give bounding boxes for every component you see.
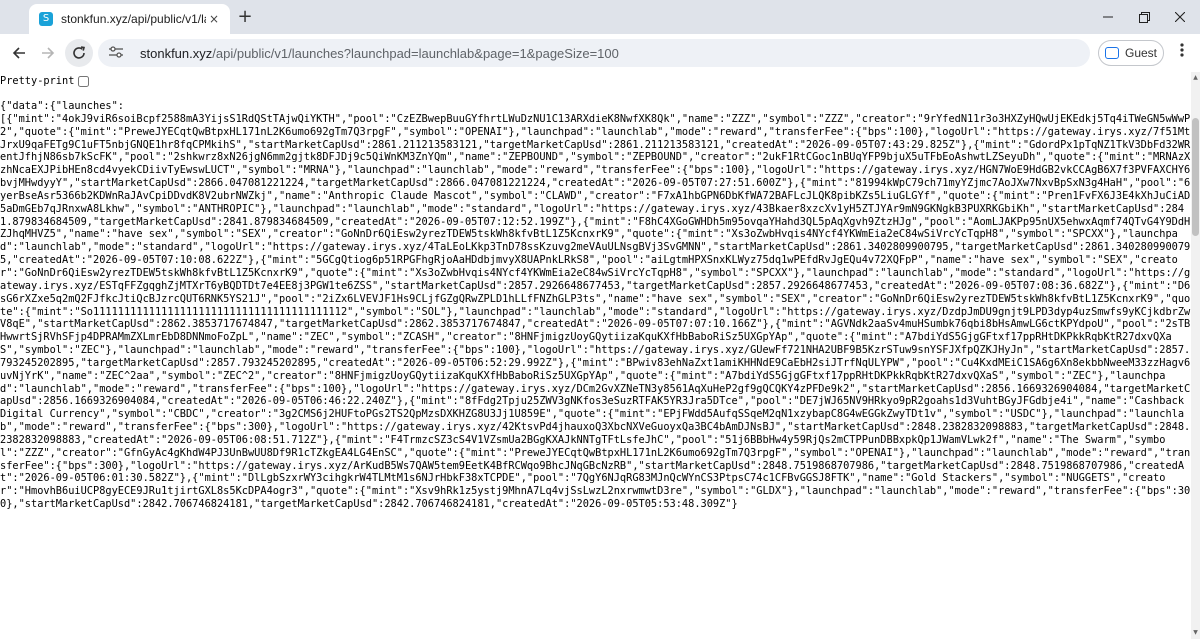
back-button[interactable] bbox=[5, 39, 33, 67]
scrollbar-thumb[interactable] bbox=[1192, 118, 1199, 236]
tab-strip: S stonkfun.xyz/api/public/v1/launches?l … bbox=[0, 0, 1200, 34]
guest-profile-icon bbox=[1104, 47, 1119, 59]
close-window-button[interactable] bbox=[1160, 0, 1200, 34]
json-response-body: {"data":{"launches": [{"mint":"4okJ9viR6… bbox=[0, 100, 1191, 511]
scroll-up-icon[interactable]: ▲ bbox=[1191, 73, 1200, 83]
tab-close-icon[interactable]: × bbox=[206, 12, 222, 26]
site-favicon-icon: S bbox=[39, 12, 53, 26]
pretty-print-checkbox[interactable] bbox=[78, 75, 90, 87]
site-info-icon[interactable] bbox=[108, 45, 126, 61]
browser-tab[interactable]: S stonkfun.xyz/api/public/v1/launches?l … bbox=[29, 4, 230, 34]
minimize-icon bbox=[1103, 16, 1113, 18]
profile-label: Guest bbox=[1124, 46, 1157, 60]
pretty-print-control: Pretty-print bbox=[0, 75, 90, 87]
browser-menu-button[interactable] bbox=[1172, 42, 1192, 64]
reload-button[interactable] bbox=[65, 39, 93, 67]
reload-icon bbox=[73, 46, 85, 59]
close-icon bbox=[1175, 12, 1185, 22]
more-vert-icon bbox=[1180, 43, 1184, 57]
restore-icon bbox=[1138, 11, 1150, 23]
scroll-down-icon[interactable]: ▼ bbox=[1191, 628, 1200, 638]
profile-button[interactable]: Guest bbox=[1098, 40, 1164, 66]
url-path: /api/public/v1/launches?launchpad=launch… bbox=[212, 45, 619, 61]
browser-toolbar: stonkfun.xyz/api/public/v1/launches?laun… bbox=[0, 34, 1200, 72]
restore-window-button[interactable] bbox=[1124, 0, 1164, 34]
minimize-window-button[interactable] bbox=[1088, 0, 1128, 34]
arrow-right-icon bbox=[42, 47, 55, 59]
page-content: Pretty-print {"data":{"launches": [{"min… bbox=[0, 72, 1191, 639]
forward-button[interactable] bbox=[34, 39, 62, 67]
url-text: stonkfun.xyz/api/public/v1/launches?laun… bbox=[140, 46, 619, 61]
new-tab-button[interactable]: + bbox=[234, 6, 256, 28]
arrow-left-icon bbox=[12, 47, 25, 59]
pretty-print-label: Pretty-print bbox=[0, 75, 75, 87]
address-bar[interactable]: stonkfun.xyz/api/public/v1/launches?laun… bbox=[98, 39, 1090, 67]
tab-title: stonkfun.xyz/api/public/v1/launches?l bbox=[61, 12, 206, 26]
url-host: stonkfun.xyz bbox=[140, 45, 213, 61]
